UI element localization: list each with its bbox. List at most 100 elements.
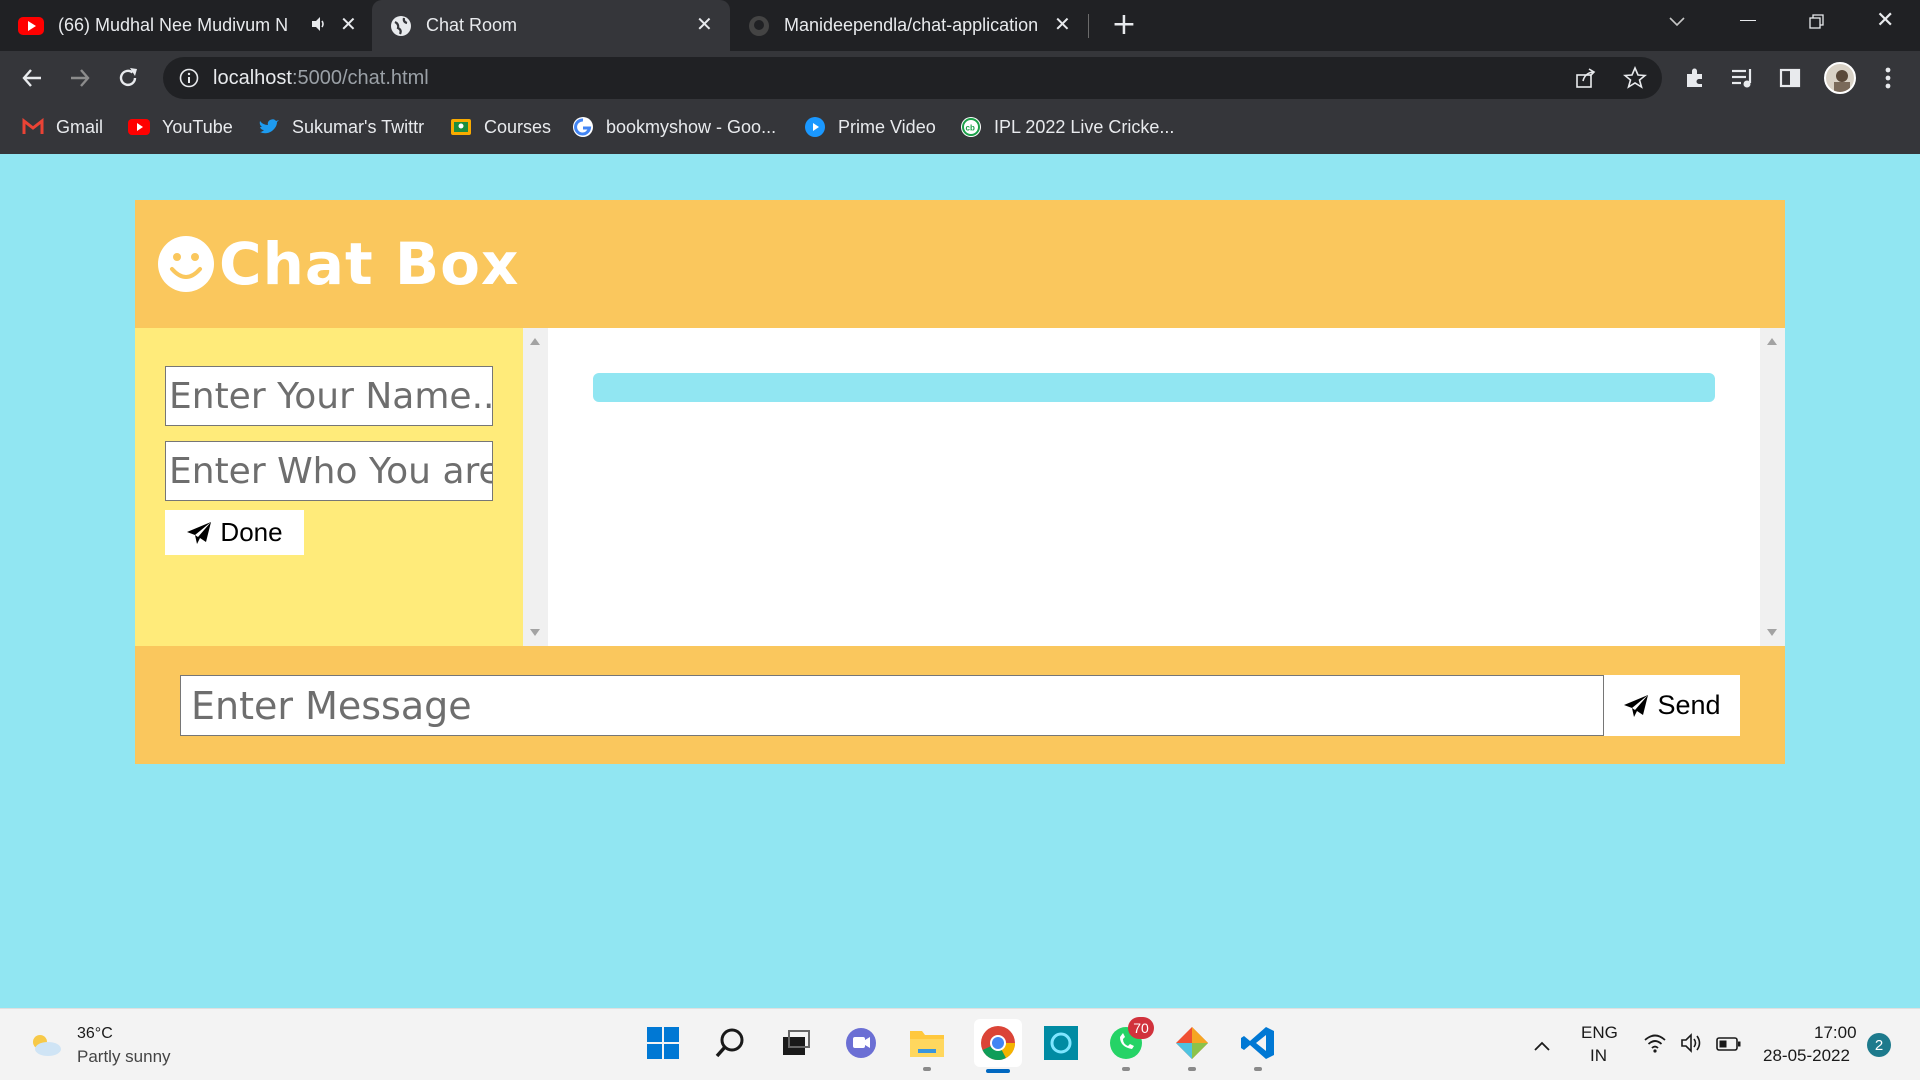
volume-icon[interactable] bbox=[1680, 1033, 1704, 1057]
messages-scrollbar[interactable] bbox=[1760, 328, 1785, 646]
scroll-down-icon[interactable] bbox=[1767, 629, 1777, 636]
svg-text:cb: cb bbox=[966, 124, 975, 133]
browser-toolbar: localhost:5000/chat.html Gmail YouTube S… bbox=[0, 51, 1920, 154]
scroll-up-icon[interactable] bbox=[530, 338, 540, 345]
git-icon[interactable] bbox=[1172, 1023, 1212, 1071]
youtube-icon bbox=[18, 16, 44, 35]
done-button[interactable]: Done bbox=[165, 510, 304, 555]
messages-area bbox=[548, 328, 1785, 646]
bookmark-label: YouTube bbox=[162, 116, 233, 137]
page-title: Chat Box bbox=[219, 230, 520, 298]
forward-icon[interactable] bbox=[69, 67, 91, 93]
send-plane-icon bbox=[186, 521, 212, 545]
bookmark-label: Courses bbox=[484, 116, 552, 137]
task-view-icon[interactable] bbox=[775, 1023, 815, 1063]
google-icon bbox=[572, 116, 594, 138]
github-icon bbox=[748, 15, 770, 37]
active-indicator bbox=[986, 1069, 1010, 1073]
close-tab-icon[interactable]: ✕ bbox=[1054, 12, 1071, 37]
scroll-down-icon[interactable] bbox=[530, 629, 540, 636]
chat-box: Chat Box Enter Your Name.. Enter Who You… bbox=[135, 200, 1785, 764]
show-hidden-icons[interactable] bbox=[1533, 1037, 1551, 1056]
running-indicator bbox=[923, 1067, 931, 1071]
side-panel-icon[interactable] bbox=[1779, 67, 1801, 93]
tab-title: Manideependla/chat-application bbox=[784, 15, 1039, 35]
whatsapp-icon[interactable]: 70 bbox=[1106, 1017, 1154, 1071]
weather-condition: Partly sunny bbox=[77, 1047, 171, 1066]
send-plane-icon bbox=[1623, 694, 1649, 718]
back-icon[interactable] bbox=[21, 67, 43, 93]
share-icon[interactable] bbox=[1575, 67, 1597, 93]
address-bar[interactable]: localhost:5000/chat.html bbox=[163, 57, 1662, 99]
bookmark-label: IPL 2022 Live Cricke... bbox=[994, 116, 1175, 137]
bookmark-label: Gmail bbox=[56, 116, 104, 137]
youtube-icon bbox=[128, 116, 150, 138]
bookmark-youtube[interactable]: YouTube bbox=[128, 112, 233, 142]
site-info-icon[interactable] bbox=[179, 68, 199, 92]
bookmark-bookmyshow[interactable]: bookmyshow - Goo... bbox=[572, 112, 776, 142]
clock-date[interactable]: 28-05-2022 bbox=[1763, 1046, 1850, 1066]
bookmark-gmail[interactable]: Gmail bbox=[22, 112, 103, 142]
profile-avatar[interactable] bbox=[1824, 62, 1856, 94]
message-bubble bbox=[593, 373, 1715, 402]
globe-icon bbox=[390, 15, 412, 37]
restore-icon[interactable] bbox=[1809, 14, 1825, 34]
url-host: localhost bbox=[213, 67, 292, 89]
speaker-icon[interactable] bbox=[310, 15, 328, 38]
new-tab-button[interactable]: + bbox=[1110, 10, 1138, 40]
name-input[interactable]: Enter Your Name.. bbox=[165, 366, 493, 426]
search-icon[interactable] bbox=[710, 1023, 750, 1063]
sidebar-scrollbar[interactable] bbox=[523, 328, 548, 646]
weather-temp: 36°C bbox=[77, 1025, 113, 1042]
language-line1[interactable]: ENG bbox=[1581, 1023, 1618, 1043]
chrome-icon[interactable] bbox=[974, 1019, 1022, 1073]
tab-search-icon[interactable] bbox=[1668, 14, 1686, 33]
close-tab-icon[interactable]: ✕ bbox=[340, 12, 357, 37]
tab-title: (66) Mudhal Nee Mudivum N bbox=[58, 15, 288, 35]
tab-divider bbox=[1088, 14, 1089, 38]
bookmark-label: bookmyshow - Goo... bbox=[606, 116, 777, 137]
close-tab-icon[interactable]: ✕ bbox=[696, 12, 713, 37]
media-control-icon[interactable] bbox=[1730, 67, 1756, 93]
bookmark-courses[interactable]: Courses bbox=[450, 112, 551, 142]
start-button[interactable] bbox=[643, 1023, 683, 1063]
notification-badge[interactable]: 2 bbox=[1867, 1033, 1891, 1057]
tab-chat-room[interactable]: Chat Room ✕ bbox=[372, 0, 730, 51]
language-line2[interactable]: IN bbox=[1590, 1046, 1607, 1066]
minimize-icon[interactable] bbox=[1740, 20, 1756, 21]
bookmark-label: Sukumar's Twittr bbox=[292, 116, 425, 137]
chrome-menu-icon[interactable] bbox=[1885, 67, 1891, 93]
partly-sunny-icon bbox=[28, 1033, 62, 1061]
vscode-icon[interactable] bbox=[1238, 1023, 1278, 1071]
bookmark-star-icon[interactable] bbox=[1622, 65, 1648, 94]
running-indicator bbox=[1254, 1067, 1262, 1071]
cortana-icon[interactable] bbox=[1041, 1023, 1081, 1063]
classroom-icon bbox=[450, 116, 472, 138]
bookmark-prime-video[interactable]: Prime Video bbox=[804, 112, 936, 142]
tab-github[interactable]: Manideependla/chat-application ✕ bbox=[730, 0, 1080, 51]
bookmark-label: Prime Video bbox=[838, 116, 936, 137]
running-indicator bbox=[1188, 1067, 1196, 1071]
who-input[interactable]: Enter Who You are bbox=[165, 441, 493, 501]
file-explorer-icon[interactable] bbox=[907, 1023, 947, 1071]
extensions-icon[interactable] bbox=[1683, 66, 1707, 94]
reload-icon[interactable] bbox=[117, 67, 139, 93]
tab-youtube[interactable]: (66) Mudhal Nee Mudivum N ✕ bbox=[18, 0, 370, 51]
send-label: Send bbox=[1657, 690, 1721, 720]
wifi-icon[interactable] bbox=[1644, 1033, 1666, 1057]
chat-header: Chat Box bbox=[135, 200, 1785, 328]
close-window-icon[interactable]: ✕ bbox=[1876, 8, 1894, 33]
bookmark-ipl[interactable]: cb IPL 2022 Live Cricke... bbox=[960, 112, 1174, 142]
send-button[interactable]: Send bbox=[1604, 675, 1740, 736]
scroll-up-icon[interactable] bbox=[1767, 338, 1777, 345]
windows-taskbar: 36°C Partly sunny 70 ENG IN 17:00 28-05-… bbox=[0, 1008, 1920, 1080]
battery-icon[interactable] bbox=[1716, 1036, 1742, 1055]
bookmark-twitter[interactable]: Sukumar's Twittr bbox=[258, 112, 424, 142]
message-input[interactable]: Enter Message bbox=[180, 675, 1604, 736]
teams-chat-icon[interactable] bbox=[841, 1023, 881, 1063]
tab-strip: (66) Mudhal Nee Mudivum N ✕ Chat Room ✕ … bbox=[0, 0, 1920, 51]
clock-time[interactable]: 17:00 bbox=[1814, 1023, 1857, 1043]
running-indicator bbox=[1122, 1067, 1130, 1071]
weather-widget[interactable]: 36°C Partly sunny bbox=[28, 1021, 188, 1069]
url-text[interactable]: localhost:5000/chat.html bbox=[213, 57, 429, 99]
